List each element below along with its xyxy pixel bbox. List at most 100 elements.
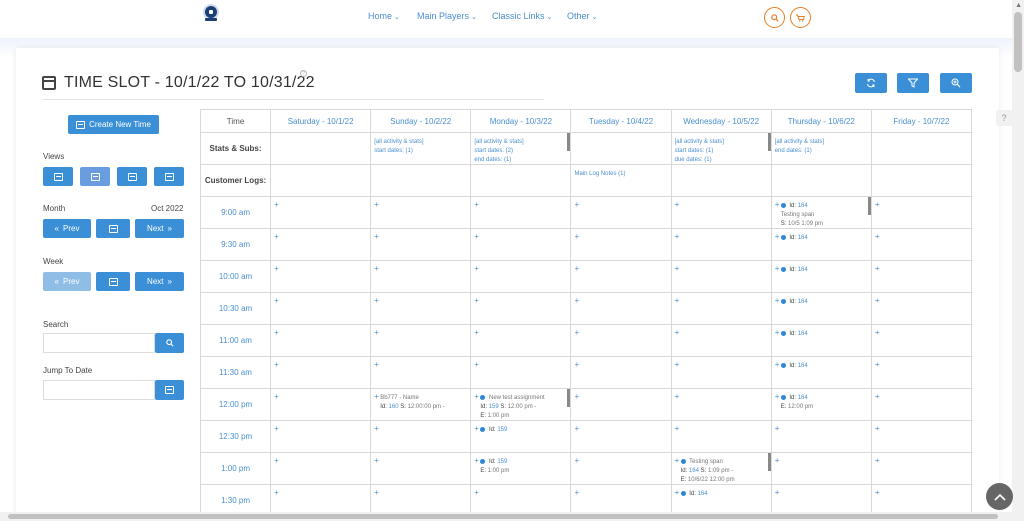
side-help-button[interactable]: ? [996,110,1012,126]
add-slot-plus-icon[interactable]: + [574,232,579,241]
month-calendar-button[interactable] [96,219,130,238]
time-slot-cell[interactable]: + [370,420,472,453]
time-slot-cell[interactable]: + [470,292,572,325]
add-slot-plus-icon[interactable]: + [574,200,579,209]
week-prev-button[interactable]: « Prev [43,272,91,291]
event-item[interactable]: Id: 164 [780,330,808,339]
time-slot-cell[interactable]: + [470,356,572,389]
event-item[interactable]: Bb777 - Name Id: 160 S: 12:00:00 pm - [380,394,444,412]
add-slot-plus-icon[interactable]: + [875,488,880,497]
time-slot-cell[interactable]: + [670,324,772,357]
time-slot-cell[interactable]: + [670,420,772,453]
add-slot-plus-icon[interactable]: + [875,200,880,209]
event-item[interactable]: Id: 164 E: 12:00 pm [780,394,813,412]
event-id-link[interactable]: 160 [389,404,399,410]
time-slot-cell[interactable]: + [870,196,973,229]
nav-other[interactable]: Other ⌄ [567,11,597,21]
jump-to-date-button[interactable] [155,380,184,400]
time-slot-cell[interactable]: + [470,196,572,229]
time-slot-cell[interactable]: + [570,260,672,293]
time-slot-cell[interactable]: + [870,260,973,293]
add-slot-plus-icon[interactable]: + [574,424,579,433]
add-slot-plus-icon[interactable]: + [274,488,279,497]
add-slot-plus-icon[interactable]: + [775,488,780,497]
stats-link[interactable]: [all activity & stats] [474,138,523,147]
event-id-link[interactable]: 164 [798,299,808,305]
add-slot-plus-icon[interactable]: + [875,424,880,433]
week-next-button[interactable]: Next» [135,272,184,291]
time-slot-cell[interactable]: + [670,388,772,421]
time-slot-cell[interactable]: + [570,228,672,261]
add-slot-plus-icon[interactable]: + [675,360,680,369]
back-to-top-button[interactable] [986,483,1013,510]
add-slot-plus-icon[interactable]: + [875,264,880,273]
stats-link[interactable]: [all activity & stats] [374,138,423,147]
add-slot-plus-icon[interactable]: + [675,200,680,209]
stats-link[interactable]: start dates: (2) [474,147,523,156]
add-slot-plus-icon[interactable]: + [274,456,279,465]
time-slot-cell[interactable]: + [670,292,772,325]
time-slot-cell[interactable]: + [770,420,872,453]
event-item[interactable]: Id: 164 [780,234,808,243]
search-button[interactable] [764,7,785,28]
zoom-in-button[interactable] [940,73,972,93]
add-slot-plus-icon[interactable]: + [875,392,880,401]
add-slot-plus-icon[interactable]: + [675,456,680,465]
add-slot-plus-icon[interactable]: + [474,488,479,497]
vertical-scrollbar[interactable]: ▲ [1012,0,1024,521]
time-slot-cell[interactable]: + [270,452,372,485]
add-slot-plus-icon[interactable]: + [474,392,479,401]
add-slot-plus-icon[interactable]: + [574,488,579,497]
time-label[interactable]: 11:30 am [199,356,272,389]
add-slot-plus-icon[interactable]: + [574,264,579,273]
add-slot-plus-icon[interactable]: + [274,392,279,401]
stats-link[interactable]: [all activity & stats] [775,138,824,147]
time-slot-cell[interactable]: + [870,292,973,325]
add-slot-plus-icon[interactable]: + [474,200,479,209]
time-slot-cell[interactable]: + Id: 164 [770,292,872,325]
month-next-button[interactable]: Next» [135,219,184,238]
add-slot-plus-icon[interactable]: + [775,424,780,433]
add-slot-plus-icon[interactable]: + [875,296,880,305]
refresh-button[interactable] [855,73,887,93]
event-id-link[interactable]: 164 [798,267,808,273]
event-id-link[interactable]: 164 [798,363,808,369]
time-slot-cell[interactable]: + Testing span Id: 164 S: 1:09 pm - E: 1… [670,452,772,485]
time-slot-cell[interactable]: + [870,420,973,453]
add-slot-plus-icon[interactable]: + [875,456,880,465]
add-slot-plus-icon[interactable]: + [274,264,279,273]
time-slot-cell[interactable]: + [270,388,372,421]
jump-to-date-input[interactable] [43,380,155,400]
time-slot-cell[interactable]: + [570,388,672,421]
event-id-link[interactable]: 164 [798,235,808,241]
time-label[interactable]: 10:00 am [199,260,272,293]
day-header[interactable]: Thursday - 10/6/22 [770,109,872,133]
add-slot-plus-icon[interactable]: + [775,200,780,209]
add-slot-plus-icon[interactable]: + [474,424,479,433]
time-slot-cell[interactable]: + [870,356,973,389]
time-slot-cell[interactable]: + [470,260,572,293]
time-slot-cell[interactable]: + [270,228,372,261]
time-slot-cell[interactable]: + [870,228,973,261]
stats-link[interactable]: start dates: (1) [675,147,724,156]
add-slot-plus-icon[interactable]: + [374,392,379,401]
add-slot-plus-icon[interactable]: + [574,328,579,337]
time-slot-cell[interactable]: + [570,196,672,229]
view-day-button[interactable] [117,167,147,186]
time-slot-cell[interactable]: + [370,292,472,325]
time-slot-cell[interactable]: + Id: 159 E: 1:00 pm [470,452,572,485]
stats-sunday[interactable]: [all activity & stats] start dates: (1) [374,138,423,156]
add-slot-plus-icon[interactable]: + [474,296,479,305]
event-item[interactable]: New test assignment Id: 159 S: 12:00 pm … [480,394,545,421]
event-id-link[interactable]: 164 [698,491,708,497]
time-slot-cell[interactable]: + [670,228,772,261]
add-slot-plus-icon[interactable]: + [474,456,479,465]
add-slot-plus-icon[interactable]: + [574,360,579,369]
event-item[interactable]: Id: 164 [780,362,808,371]
cart-button[interactable] [790,7,811,28]
time-slot-cell[interactable]: + [370,260,472,293]
horizontal-scrollbar[interactable] [0,512,1012,521]
time-slot-cell[interactable]: + [270,260,372,293]
add-slot-plus-icon[interactable]: + [274,200,279,209]
day-header[interactable]: Friday - 10/7/22 [870,109,973,133]
